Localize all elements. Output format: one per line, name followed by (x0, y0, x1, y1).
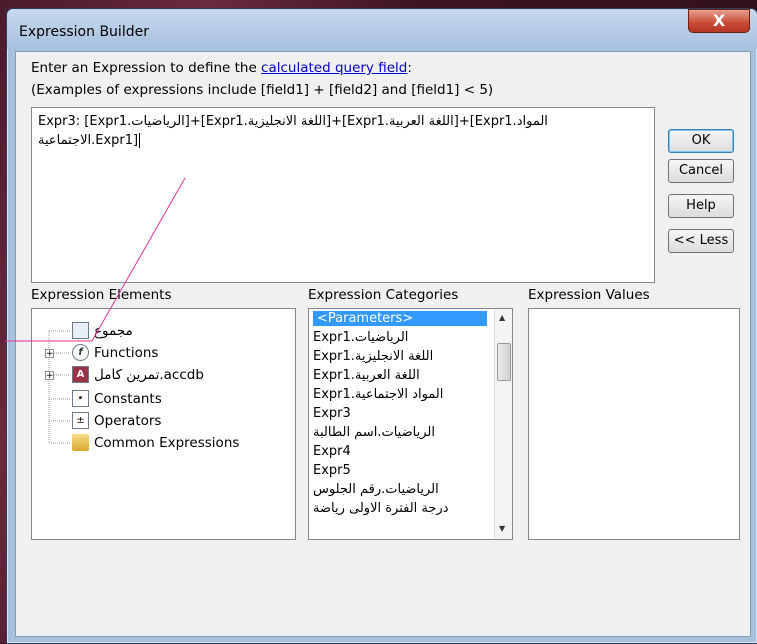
instruction-line-1: Enter an Expression to define the calcul… (31, 60, 412, 76)
tree-item-common-expressions[interactable]: Common Expressions (72, 434, 239, 451)
instruction-prefix: Enter an Expression to define the (31, 60, 262, 76)
instruction-line-2: (Examples of expressions include [field1… (31, 82, 494, 98)
category-item[interactable]: Expr5 (313, 463, 351, 478)
categories-scrollbar[interactable]: ▲ ▼ (494, 309, 512, 539)
scroll-down-icon[interactable]: ▼ (499, 524, 505, 533)
close-button[interactable]: X (688, 9, 750, 33)
tree-item-label: Operators (94, 412, 162, 429)
calculated-query-field-link[interactable]: calculated query field (261, 60, 407, 76)
category-item[interactable]: الرياضيات.اسم الطالبة (313, 425, 435, 440)
expression-categories-list[interactable]: <Parameters> Expr1.الرياضيات Expr1.اللغة… (308, 308, 513, 540)
operators-icon: ± (72, 412, 89, 429)
cancel-button[interactable]: Cancel (668, 159, 734, 183)
expression-line-1: Expr3: [Expr1.الرياضيات]+[Expr1.اللغة ال… (38, 114, 548, 129)
category-item-selected[interactable]: <Parameters> (313, 311, 487, 326)
expression-values-list[interactable] (528, 308, 740, 540)
tree-item-operators[interactable]: ± Operators (72, 412, 161, 429)
ok-button[interactable]: OK (668, 129, 734, 153)
expression-values-label: Expression Values (528, 287, 650, 303)
instruction-suffix: : (407, 60, 412, 76)
category-item[interactable]: Expr3 (313, 406, 351, 421)
tree-item-constants[interactable]: • Constants (72, 390, 162, 407)
expression-categories-label: Expression Categories (308, 287, 459, 303)
help-button[interactable]: Help (668, 194, 734, 218)
category-item[interactable]: الرياضيات.رقم الجلوس (313, 482, 439, 497)
category-item[interactable]: Expr1.اللغة العربية (313, 368, 420, 383)
expression-line-2: الاجتماعية.Expr1] (38, 133, 141, 148)
title-bar[interactable]: Expression Builder X (7, 9, 757, 49)
scroll-up-icon[interactable]: ▲ (499, 313, 505, 322)
less-button[interactable]: << Less (668, 229, 734, 253)
category-item[interactable]: درجة الفترة الاولى رياضة (313, 501, 449, 516)
scroll-thumb[interactable] (497, 343, 511, 381)
window-title: Expression Builder (19, 24, 149, 40)
tree-item-label: Common Expressions (94, 434, 240, 451)
tree-item-label: Constants (94, 390, 162, 407)
category-item[interactable]: Expr1.المواد الاجتماعية (313, 387, 443, 402)
text-cursor (139, 133, 141, 148)
category-item[interactable]: Expr4 (313, 444, 351, 459)
category-item[interactable]: Expr1.الرياضيات (313, 330, 408, 345)
annotation-pointer-line (5, 177, 186, 342)
common-expressions-icon (72, 434, 89, 451)
category-item[interactable]: Expr1.اللغة الانجليزية (313, 349, 433, 364)
constants-icon: • (72, 390, 89, 407)
database-expander[interactable]: + (45, 371, 54, 381)
